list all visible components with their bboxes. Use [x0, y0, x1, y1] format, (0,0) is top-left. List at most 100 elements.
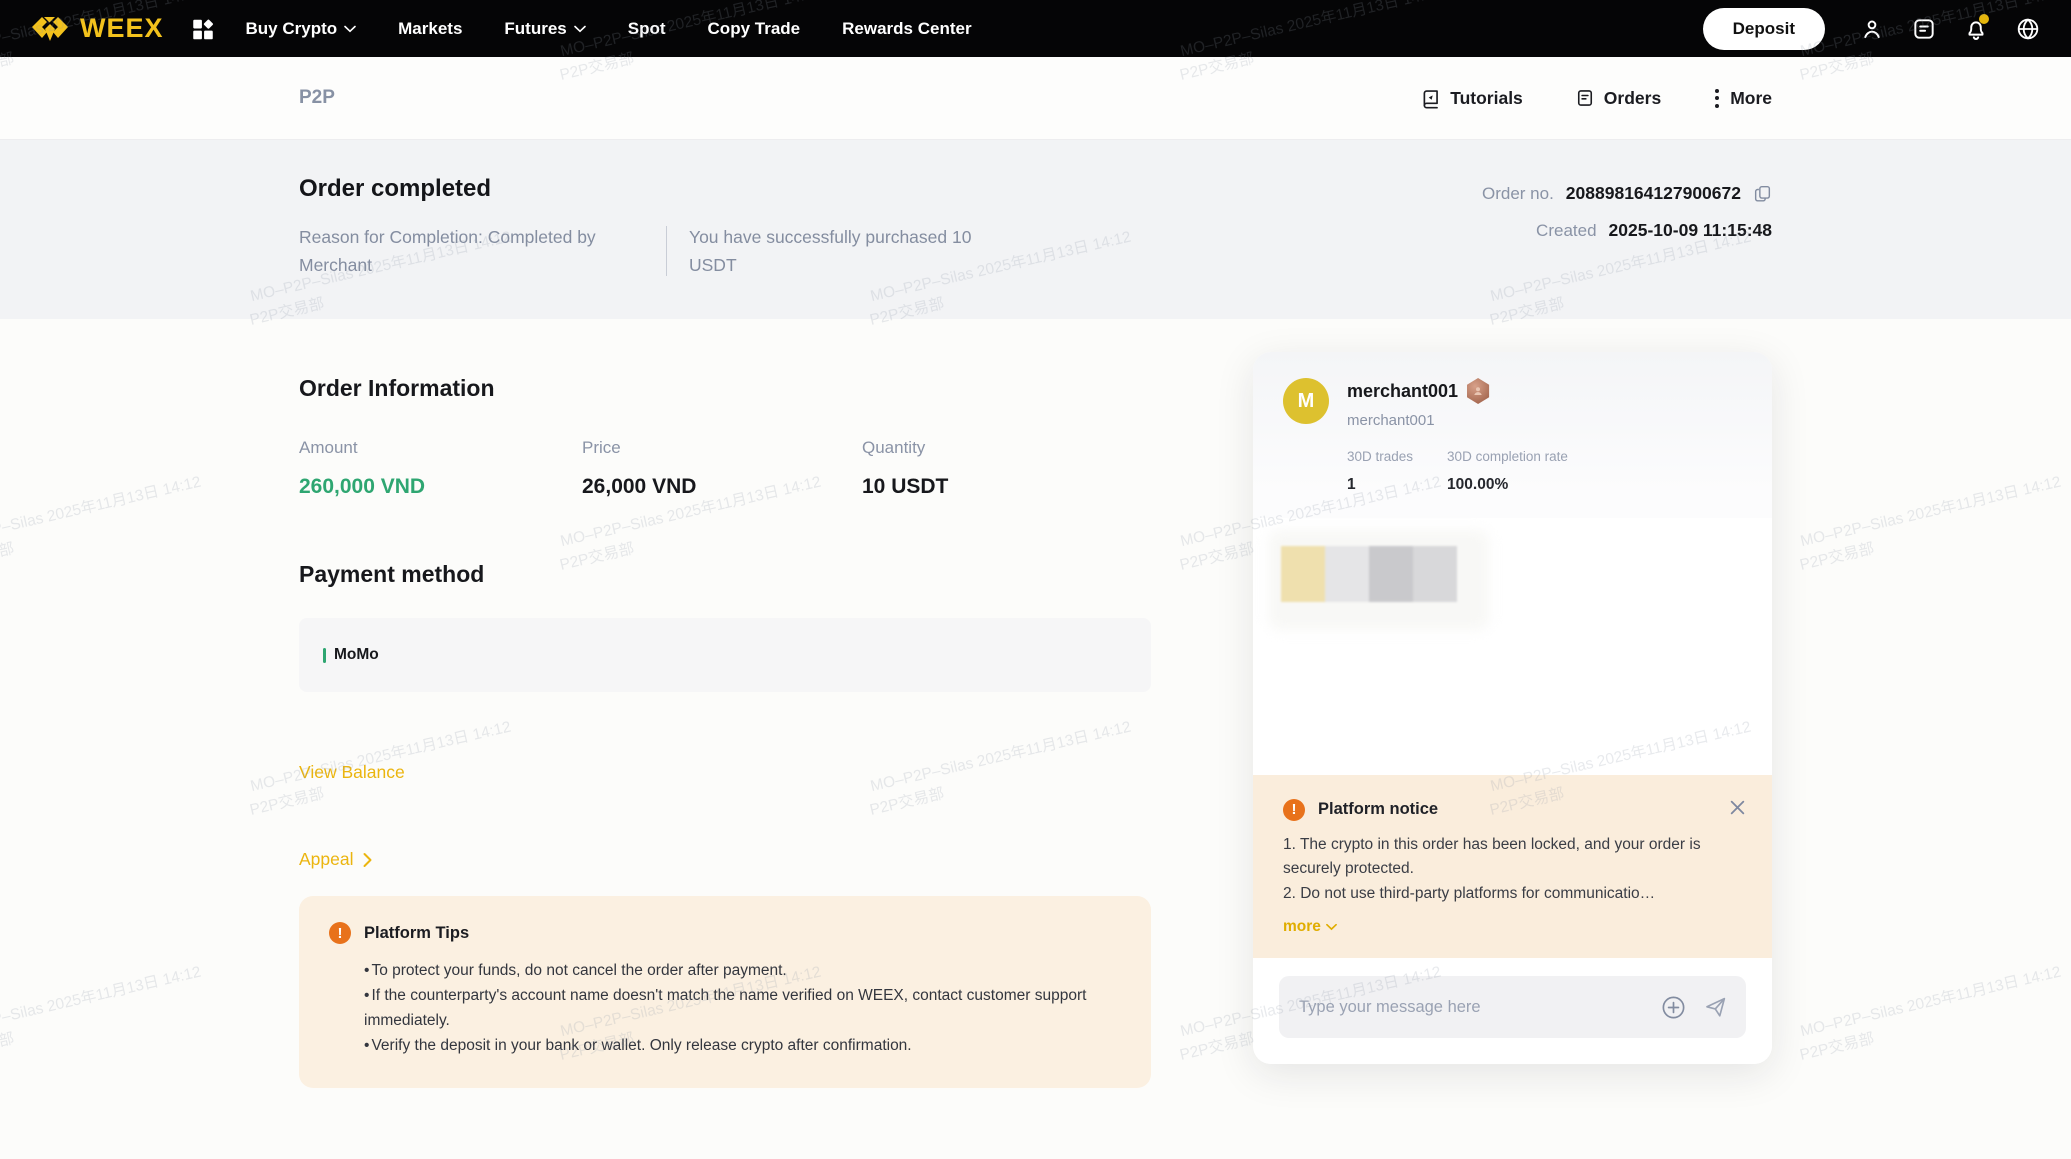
notice-more-link[interactable]: more — [1283, 918, 1337, 936]
payment-method-color-bar — [323, 647, 326, 663]
nav-item-spot[interactable]: Spot — [628, 19, 666, 39]
apps-grid-icon[interactable] — [190, 16, 216, 42]
banner-subtext: Reason for Completion: Completed by Merc… — [299, 223, 1011, 279]
tip-item: If the counterparty's account name doesn… — [364, 983, 1121, 1033]
appeal-label: Appeal — [299, 849, 354, 869]
price-value: 26,000 VND — [582, 475, 697, 498]
nav-item-label: Copy Trade — [707, 18, 801, 38]
chat-input-box — [1279, 976, 1746, 1038]
stat-value: 1 — [1347, 476, 1356, 493]
chevron-down-icon — [1325, 923, 1337, 931]
nav-item-buy-crypto[interactable]: Buy Crypto — [246, 19, 357, 39]
banner-right: Order no. 208898164127900672 Created 202… — [1482, 175, 1772, 279]
nav-item-markets[interactable]: Markets — [398, 19, 462, 39]
copy-order-no-button[interactable] — [1753, 184, 1772, 203]
appeal-row: Appeal — [299, 849, 1151, 870]
platform-notice-text: 1. The crypto in this order has been loc… — [1283, 833, 1742, 906]
support-chat-icon[interactable] — [1911, 16, 1937, 42]
view-balance-row: View Balance — [299, 762, 1151, 783]
nav-item-rewards-center[interactable]: Rewards Center — [842, 19, 971, 39]
notice-line: 1. The crypto in this order has been loc… — [1283, 835, 1701, 878]
orders-link[interactable]: Orders — [1575, 88, 1661, 109]
created-row: Created 2025-10-09 11:15:48 — [1482, 220, 1772, 241]
tip-item: To protect your funds, do not cancel the… — [364, 958, 1121, 983]
divider — [666, 226, 667, 276]
profile-icon[interactable] — [1859, 16, 1885, 42]
send-message-icon[interactable] — [1703, 995, 1728, 1020]
more-label: More — [1730, 87, 1772, 108]
platform-tips-list: To protect your funds, do not cancel the… — [364, 958, 1121, 1058]
amount-field: Amount 260,000 VND — [299, 438, 582, 499]
merchant-bronze-badge-icon — [1467, 378, 1490, 404]
merchant-stats: 30D trades 1 30D completion rate 100.00% — [1347, 449, 1742, 494]
platform-tips-header: ! Platform Tips — [329, 922, 1121, 944]
nav-items: Buy Crypto Markets Futures Spot Copy Tra… — [246, 19, 972, 39]
quantity-field: Quantity 10 USDT — [862, 438, 948, 499]
completion-reason: Reason for Completion: Completed by Merc… — [299, 227, 596, 275]
payment-method-name: MoMo — [323, 646, 379, 664]
more-label: more — [1283, 918, 1321, 935]
payment-method-title: Payment method — [299, 561, 485, 587]
tutorials-link[interactable]: Tutorials — [1420, 88, 1523, 109]
warning-exclamation-icon: ! — [1283, 798, 1305, 821]
stat-value: 100.00% — [1447, 476, 1509, 493]
amount-label: Amount — [299, 438, 358, 457]
chevron-right-icon — [363, 852, 371, 867]
language-globe-icon[interactable] — [2015, 16, 2041, 42]
message-input[interactable] — [1299, 997, 1660, 1017]
tutorials-book-icon — [1423, 89, 1439, 109]
merchant-subname: merchant001 — [1347, 412, 1435, 429]
quantity-value: 10 USDT — [862, 475, 949, 498]
merchant-avatar[interactable]: M — [1283, 378, 1329, 424]
orders-document-icon — [1577, 90, 1592, 106]
chat-input-row — [1253, 958, 1772, 1064]
stat-30d-trades: 30D trades 1 — [1347, 449, 1413, 494]
redacted-message — [1269, 530, 1489, 630]
deposit-button[interactable]: Deposit — [1702, 7, 1825, 50]
platform-tips-box: ! Platform Tips To protect your funds, d… — [299, 896, 1151, 1089]
close-notice-icon[interactable] — [1727, 797, 1748, 818]
purchase-success-text: You have successfully purchased 10 USDT — [689, 227, 972, 275]
nav-item-futures[interactable]: Futures — [504, 18, 586, 39]
view-balance-link[interactable]: View Balance — [299, 762, 405, 783]
merchant-row: M merchant001 merchant001 — [1283, 378, 1742, 429]
order-number-row: Order no. 208898164127900672 — [1482, 183, 1772, 204]
order-status-banner: Order completed Reason for Completion: C… — [0, 140, 2071, 319]
platform-tips-title: Platform Tips — [364, 923, 470, 942]
nav-right: Deposit — [1702, 7, 2041, 50]
brand-text: WEEX — [80, 13, 164, 43]
nav-item-copy-trade[interactable]: Copy Trade — [708, 19, 801, 39]
stat-30d-completion-rate: 30D completion rate 100.00% — [1447, 449, 1568, 494]
top-navbar: WEEX Buy Crypto Markets Futures Spot Cop… — [0, 0, 2071, 57]
stat-label: 30D trades — [1347, 449, 1414, 464]
order-detail-column: Order Information Amount 260,000 VND Pri… — [299, 375, 1151, 1089]
more-dots-icon — [1713, 87, 1721, 110]
notification-dot — [1979, 13, 1989, 24]
attach-plus-icon[interactable] — [1660, 994, 1687, 1021]
order-no-value: 208898164127900672 — [1565, 183, 1741, 203]
warning-exclamation-icon: ! — [329, 922, 351, 944]
stat-label: 30D completion rate — [1447, 449, 1568, 464]
platform-notice-title: Platform notice — [1318, 800, 1439, 819]
payment-method-label: MoMo — [334, 646, 379, 663]
merchant-names: merchant001 merchant001 — [1347, 378, 1490, 429]
order-status-title: Order completed — [299, 175, 492, 202]
nav-item-label: Spot — [627, 18, 666, 38]
subnav-bar: P2P Tutorials Orders More — [0, 57, 2071, 140]
notifications-bell-icon[interactable] — [1963, 13, 1989, 42]
weex-logo[interactable]: WEEX — [30, 13, 164, 44]
notice-line: 2. Do not use third-party platforms for … — [1283, 884, 1656, 902]
price-label: Price — [582, 438, 621, 457]
quantity-label: Quantity — [862, 438, 926, 457]
payment-method-card[interactable]: MoMo — [299, 618, 1151, 692]
created-label: Created — [1536, 220, 1597, 240]
created-value: 2025-10-09 11:15:48 — [1608, 220, 1772, 240]
merchant-name[interactable]: merchant001 — [1347, 381, 1458, 402]
chevron-down-icon — [344, 25, 356, 32]
chat-header: M merchant001 merchant001 30D trades 1 3… — [1253, 352, 1772, 518]
nav-item-label: Futures — [504, 18, 567, 38]
price-field: Price 26,000 VND — [582, 438, 862, 499]
appeal-link[interactable]: Appeal — [299, 849, 373, 870]
tutorials-label: Tutorials — [1450, 87, 1523, 108]
more-menu[interactable]: More — [1713, 87, 1772, 110]
